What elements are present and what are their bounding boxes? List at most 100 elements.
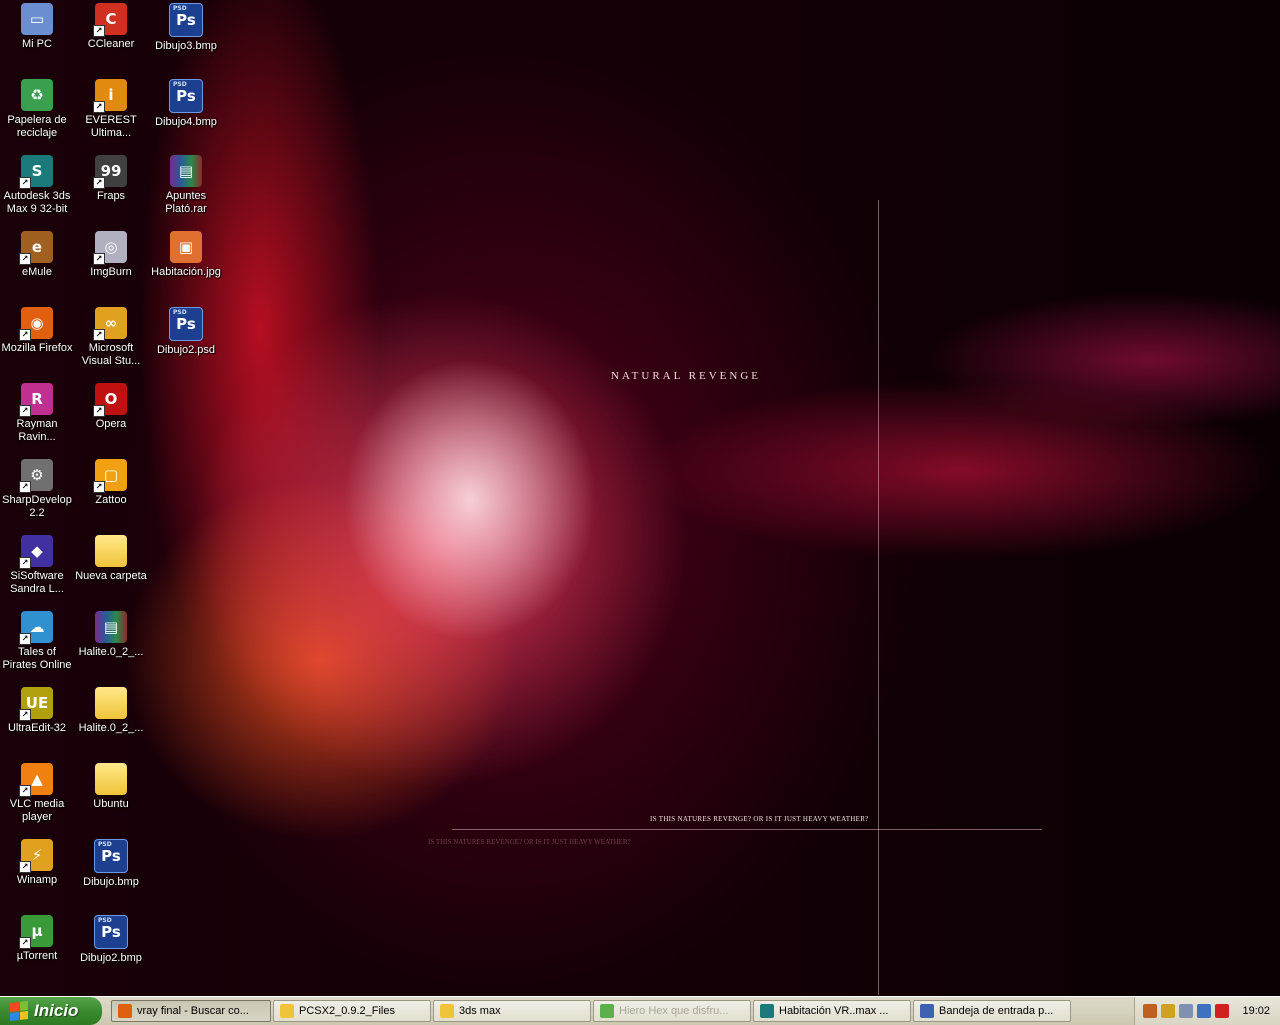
desktop-icon[interactable]: Ps Dibujo2.bmp: [74, 915, 148, 965]
winrar-archive-icon: ▤: [170, 155, 202, 187]
taskbar-button[interactable]: 3ds max: [433, 1000, 591, 1022]
shortcut-arrow-icon: ↗: [19, 405, 31, 417]
desktop-icon[interactable]: Ubuntu: [74, 763, 148, 811]
desktop-icon[interactable]: ▢ ↗ Zattoo: [74, 459, 148, 507]
folder-icon: [280, 1004, 294, 1018]
desktop-icon[interactable]: C ↗ CCleaner: [74, 3, 148, 51]
desktop-icon[interactable]: ◉ ↗ Mozilla Firefox: [0, 307, 74, 355]
3ds-max-icon: S ↗: [19, 155, 53, 189]
shortcut-arrow-icon: ↗: [19, 785, 31, 797]
rayman-icon: R ↗: [19, 383, 53, 417]
desktop-icon-label: Microsoft Visual Stu...: [81, 342, 141, 367]
desktop-wallpaper: NATURAL REVENGE IS THIS NATURES REVENGE?…: [0, 0, 1280, 996]
my-computer-icon: ▭: [21, 3, 53, 35]
clock[interactable]: 19:02: [1242, 1005, 1270, 1017]
desktop-icon[interactable]: ∞ ↗ Microsoft Visual Stu...: [74, 307, 148, 368]
folder-icon: [95, 535, 127, 567]
desktop-icon[interactable]: Nueva carpeta: [74, 535, 148, 583]
desktop-icon-label: CCleaner: [87, 38, 135, 50]
desktop-icon[interactable]: ▤ Halite.0_2_...: [74, 611, 148, 659]
desktop-icon-label: ImgBurn: [90, 266, 132, 278]
desktop-icon[interactable]: ◆ ↗ SiSoftware Sandra L...: [0, 535, 74, 596]
desktop-icon-label: SharpDevelop 2.2: [2, 494, 72, 519]
desktop-icon[interactable]: ▤ Apuntes Plató.rar: [149, 155, 223, 216]
opera-icon: O ↗: [93, 383, 127, 417]
taskbar: Inicio vray final - Buscar co... PCSX2_0.…: [0, 996, 1280, 1025]
imgburn-icon: ◎ ↗: [93, 231, 127, 265]
desktop-icon[interactable]: µ ↗ µTorrent: [0, 915, 74, 963]
desktop-icon-label: Winamp: [16, 874, 58, 886]
desktop-icon[interactable]: UE ↗ UltraEdit-32: [0, 687, 74, 735]
desktop-icon[interactable]: O ↗ Opera: [74, 383, 148, 431]
desktop-icon-label: Dibujo3.bmp: [155, 40, 217, 52]
wallpaper-vertical-line: [878, 200, 879, 995]
desktop-icon[interactable]: e ↗ eMule: [0, 231, 74, 279]
desktop-icon-label: Halite.0_2_...: [78, 722, 144, 734]
desktop-icon-label: Papelera de reciclaje: [7, 114, 67, 139]
wallpaper-caption: IS THIS NATURES REVENGE? OR IS IT JUST H…: [650, 815, 869, 823]
shortcut-arrow-icon: ↗: [19, 557, 31, 569]
fraps-icon: 99 ↗: [93, 155, 127, 189]
photoshop-file-icon: Ps: [169, 79, 203, 113]
desktop-icon-label: UltraEdit-32: [7, 722, 67, 734]
desktop-icon-label: Autodesk 3ds Max 9 32-bit: [3, 190, 71, 215]
desktop-icon-label: Mozilla Firefox: [1, 342, 73, 354]
desktop-icon[interactable]: Halite.0_2_...: [74, 687, 148, 735]
tray-security-icon[interactable]: [1215, 1004, 1229, 1018]
desktop-icon[interactable]: ▣ Habitación.jpg: [149, 231, 223, 279]
folder-icon: [95, 763, 127, 795]
shortcut-arrow-icon: ↗: [19, 709, 31, 721]
desktop-icon[interactable]: Ps Dibujo3.bmp: [149, 3, 223, 53]
desktop-icon-label: SiSoftware Sandra L...: [10, 570, 64, 595]
shortcut-arrow-icon: ↗: [19, 633, 31, 645]
taskbar-button-label: Habitación VR..max ...: [779, 1005, 889, 1017]
firefox-icon: [118, 1004, 132, 1018]
tales-of-pirates-icon: ☁ ↗: [19, 611, 53, 645]
desktop-icon[interactable]: i ↗ EVEREST Ultima...: [74, 79, 148, 140]
tray-app-icon[interactable]: [1143, 1004, 1157, 1018]
start-button[interactable]: Inicio: [0, 997, 102, 1025]
desktop-icon[interactable]: ♻ Papelera de reciclaje: [0, 79, 74, 140]
taskbar-button[interactable]: vray final - Buscar co...: [111, 1000, 271, 1022]
desktop-icon[interactable]: 99 ↗ Fraps: [74, 155, 148, 203]
desktop-icon[interactable]: Ps Dibujo.bmp: [74, 839, 148, 889]
folder-icon: [95, 687, 127, 719]
shortcut-arrow-icon: ↗: [93, 253, 105, 265]
visual-studio-icon: ∞ ↗: [93, 307, 127, 341]
desktop-icon[interactable]: ☁ ↗ Tales of Pirates Online: [0, 611, 74, 672]
shortcut-arrow-icon: ↗: [93, 25, 105, 37]
taskbar-button[interactable]: PCSX2_0.9.2_Files: [273, 1000, 431, 1022]
wallpaper-caption-reflection: IS THIS NATURES REVENGE? OR IS IT JUST H…: [428, 838, 631, 846]
desktop-icon-label: Apuntes Plató.rar: [165, 190, 207, 215]
tray-user-icon[interactable]: [1179, 1004, 1193, 1018]
photoshop-file-icon: Ps: [169, 3, 203, 37]
desktop-icon[interactable]: Ps Dibujo2.psd: [149, 307, 223, 357]
photoshop-file-icon: Ps: [169, 307, 203, 341]
desktop-icon[interactable]: S ↗ Autodesk 3ds Max 9 32-bit: [0, 155, 74, 216]
desktop-icon-label: EVEREST Ultima...: [85, 114, 137, 139]
tray-network-icon[interactable]: [1197, 1004, 1211, 1018]
desktop-icon[interactable]: ◎ ↗ ImgBurn: [74, 231, 148, 279]
desktop-icon[interactable]: ▲ ↗ VLC media player: [0, 763, 74, 824]
desktop-icon[interactable]: ⚡ ↗ Winamp: [0, 839, 74, 887]
wallpaper-title: NATURAL REVENGE: [611, 370, 761, 382]
tray-pencil-icon[interactable]: [1161, 1004, 1175, 1018]
desktop-icon-label: Fraps: [96, 190, 126, 202]
desktop-icon-label: µTorrent: [16, 950, 58, 962]
desktop-icon[interactable]: Ps Dibujo4.bmp: [149, 79, 223, 129]
taskbar-button[interactable]: Hiero Hex que disfru...: [593, 1000, 751, 1022]
sisoftware-icon: ◆ ↗: [19, 535, 53, 569]
desktop-icon[interactable]: R ↗ Rayman Ravin...: [0, 383, 74, 444]
desktop-icon-label: Dibujo4.bmp: [155, 116, 217, 128]
desktop-icon[interactable]: ⚙ ↗ SharpDevelop 2.2: [0, 459, 74, 520]
emule-icon: e ↗: [19, 231, 53, 265]
desktop-icon[interactable]: ▭ Mi PC: [0, 3, 74, 51]
taskbar-button[interactable]: Bandeja de entrada p...: [913, 1000, 1071, 1022]
ccleaner-icon: C ↗: [93, 3, 127, 37]
desktop-icon-label: Opera: [95, 418, 127, 430]
utorrent-icon: µ ↗: [19, 915, 53, 949]
desktop-icon-label: Habitación.jpg: [151, 266, 221, 278]
taskbar-button[interactable]: Habitación VR..max ...: [753, 1000, 911, 1022]
image-file-icon: ▣: [170, 231, 202, 263]
desktop-icon-label: Dibujo2.bmp: [80, 952, 142, 964]
